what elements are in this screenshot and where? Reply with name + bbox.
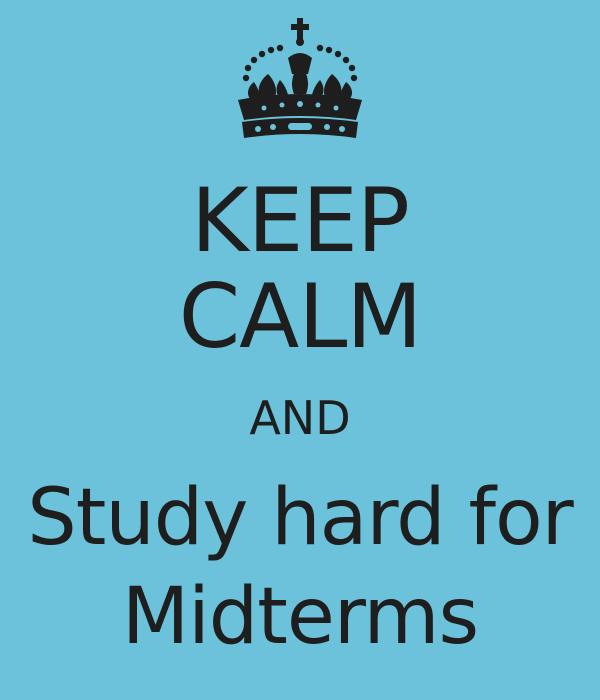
crown-icon — [238, 18, 362, 138]
headline-calm: CALM — [178, 265, 423, 368]
headline-keep: KEEP — [191, 169, 410, 272]
message-line-1: Study hard for — [27, 473, 573, 563]
message-line-2: Midterms — [121, 572, 479, 662]
connector-and: AND — [249, 391, 351, 445]
keep-calm-poster: KEEP CALM AND Study hard for Midterms — [0, 0, 600, 700]
